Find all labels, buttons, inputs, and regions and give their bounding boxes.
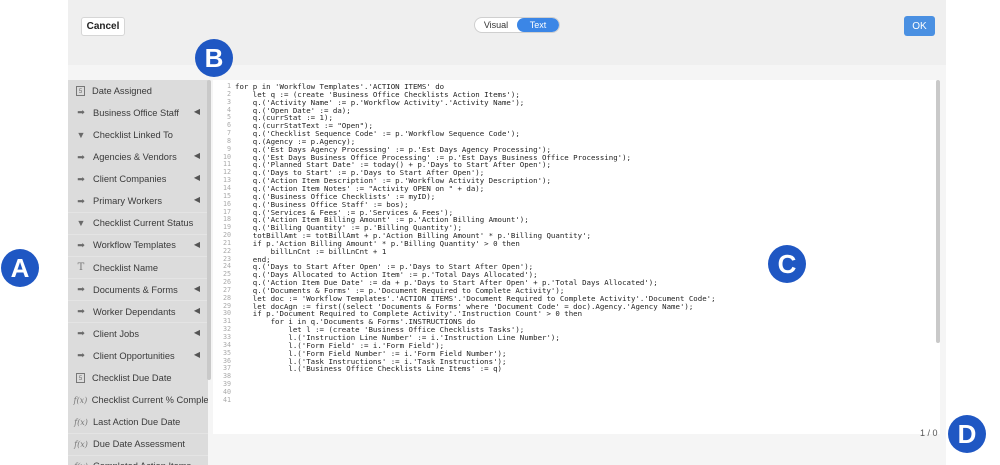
field-item[interactable]: ➡ Client Opportunities ◀ xyxy=(68,345,208,367)
field-item-label: Checklist Due Date xyxy=(92,372,172,383)
cancel-button[interactable]: Cancel xyxy=(81,17,125,36)
field-item[interactable]: f(x) Due Date Assessment xyxy=(68,433,208,455)
code-line: billLnCnt := billLnCnt + 1 xyxy=(235,246,387,256)
tab-text[interactable]: Text xyxy=(517,18,559,32)
triangle-down-icon: ▼ xyxy=(76,129,86,140)
field-item-label: Checklist Name xyxy=(93,262,159,273)
code-line: l.('Business Office Checklists Line Item… xyxy=(235,364,502,374)
field-item-label: Workflow Templates xyxy=(93,240,176,251)
field-item-label: Last Action Due Date xyxy=(93,417,181,428)
field-item-label: Agencies & Vendors xyxy=(93,152,177,163)
callout-a-badge: A xyxy=(1,249,39,287)
arrow-right-icon: ➡ xyxy=(77,151,85,162)
field-item[interactable]: f(x) Checklist Current % Complete xyxy=(68,389,208,411)
field-item-label: Completed Action Items xyxy=(93,461,191,465)
position-counter: 1 / 0 xyxy=(920,428,938,438)
expand-arrow-icon[interactable]: ◀ xyxy=(194,350,200,359)
field-item[interactable]: ➡ Client Jobs ◀ xyxy=(68,323,208,345)
arrow-right-icon: ➡ xyxy=(77,306,85,317)
field-item[interactable]: T Checklist Name xyxy=(68,256,208,279)
field-item-label: Checklist Current Status xyxy=(93,218,194,229)
field-item[interactable]: f(x)Completed Action Items xyxy=(68,455,208,465)
view-mode-toggle: Visual Text xyxy=(474,17,560,33)
field-item-label: Checklist Linked To xyxy=(93,129,173,140)
calendar-icon: 5 xyxy=(76,85,85,96)
field-item[interactable]: f(x) Last Action Due Date xyxy=(68,411,208,433)
field-item-label: Documents & Forms xyxy=(93,284,178,295)
expand-arrow-icon[interactable]: ◀ xyxy=(194,195,200,204)
expand-arrow-icon[interactable]: ◀ xyxy=(194,240,200,249)
triangle-down-icon: ▼ xyxy=(76,218,86,229)
field-item-label: Checklist Current % Complete xyxy=(91,395,208,406)
expand-arrow-icon[interactable]: ◀ xyxy=(194,107,200,116)
field-item[interactable]: 5 Checklist Due Date xyxy=(68,367,208,389)
arrow-right-icon: ➡ xyxy=(77,173,85,184)
field-item-label: Worker Dependants xyxy=(93,306,176,317)
field-item[interactable]: ▼ Checklist Linked To xyxy=(68,124,208,146)
function-icon: f(x) xyxy=(73,395,88,405)
code-text[interactable]: for p in 'Workflow Templates'.'ACTION IT… xyxy=(235,83,716,405)
expand-arrow-icon[interactable]: ◀ xyxy=(194,328,200,337)
line-number: 41 xyxy=(222,395,231,404)
arrow-right-icon: ➡ xyxy=(77,328,85,339)
expand-arrow-icon[interactable]: ◀ xyxy=(194,173,200,182)
code-editor[interactable]: 1 2 3 4 5 6 7 8 9 10 11 12 13 14 15 16 17 18 19 20 21 22 23 24 2… xyxy=(213,80,940,434)
field-list-panel: 5 Date Assigned ➡ Business Office Staff ◀ ▼ Ch… xyxy=(68,80,208,465)
arrow-right-icon: ➡ xyxy=(77,284,85,295)
expand-arrow-icon[interactable]: ◀ xyxy=(194,151,200,160)
field-item[interactable]: ➡ Documents & Forms ◀ xyxy=(68,278,208,301)
arrow-right-icon: ➡ xyxy=(77,107,85,118)
field-item[interactable]: ➡ Worker Dependants ◀ xyxy=(68,300,208,323)
field-list-scrollbar[interactable] xyxy=(207,80,211,380)
field-item[interactable]: ➡ Client Companies ◀ xyxy=(68,168,208,190)
field-item-label: Date Assigned xyxy=(92,85,152,96)
field-item-label: Client Companies xyxy=(93,174,167,185)
field-item[interactable]: ➡ Agencies & Vendors ◀ xyxy=(68,146,208,168)
field-item-label: Due Date Assessment xyxy=(93,439,185,450)
field-item-label: Client Opportunities xyxy=(93,350,175,361)
field-item-label: Client Jobs xyxy=(93,328,139,339)
arrow-right-icon: ➡ xyxy=(77,239,85,250)
calendar-icon: 5 xyxy=(76,372,85,383)
field-item[interactable]: ➡ Workflow Templates ◀ xyxy=(68,234,208,257)
arrow-right-icon: ➡ xyxy=(77,195,85,206)
expand-arrow-icon[interactable]: ◀ xyxy=(194,284,200,293)
line-number-gutter: 1 2 3 4 5 6 7 8 9 10 11 12 13 14 15 16 17 18 19 20 21 22 23 24 2… xyxy=(213,82,231,405)
field-item[interactable]: ➡ Business Office Staff ◀ xyxy=(68,102,208,124)
tab-visual[interactable]: Visual xyxy=(475,18,517,32)
expand-arrow-icon[interactable]: ◀ xyxy=(194,306,200,315)
ok-button[interactable]: OK xyxy=(904,16,935,36)
field-item[interactable]: 5 Date Assigned xyxy=(68,80,208,102)
callout-b-badge: B xyxy=(195,39,233,77)
arrow-right-icon: ➡ xyxy=(77,350,85,361)
function-icon: f(x) xyxy=(74,439,88,449)
function-icon: f(x) xyxy=(74,417,88,427)
text-icon: T xyxy=(77,262,85,273)
code-editor-scrollbar[interactable] xyxy=(936,80,940,343)
field-item-label: Business Office Staff xyxy=(93,107,179,118)
field-item-label: Primary Workers xyxy=(93,196,163,207)
callout-c-badge: C xyxy=(768,245,806,283)
field-item[interactable]: ➡ Primary Workers ◀ xyxy=(68,190,208,212)
callout-d-badge: D xyxy=(948,415,986,453)
field-item[interactable]: ▼ Checklist Current Status xyxy=(68,212,208,235)
